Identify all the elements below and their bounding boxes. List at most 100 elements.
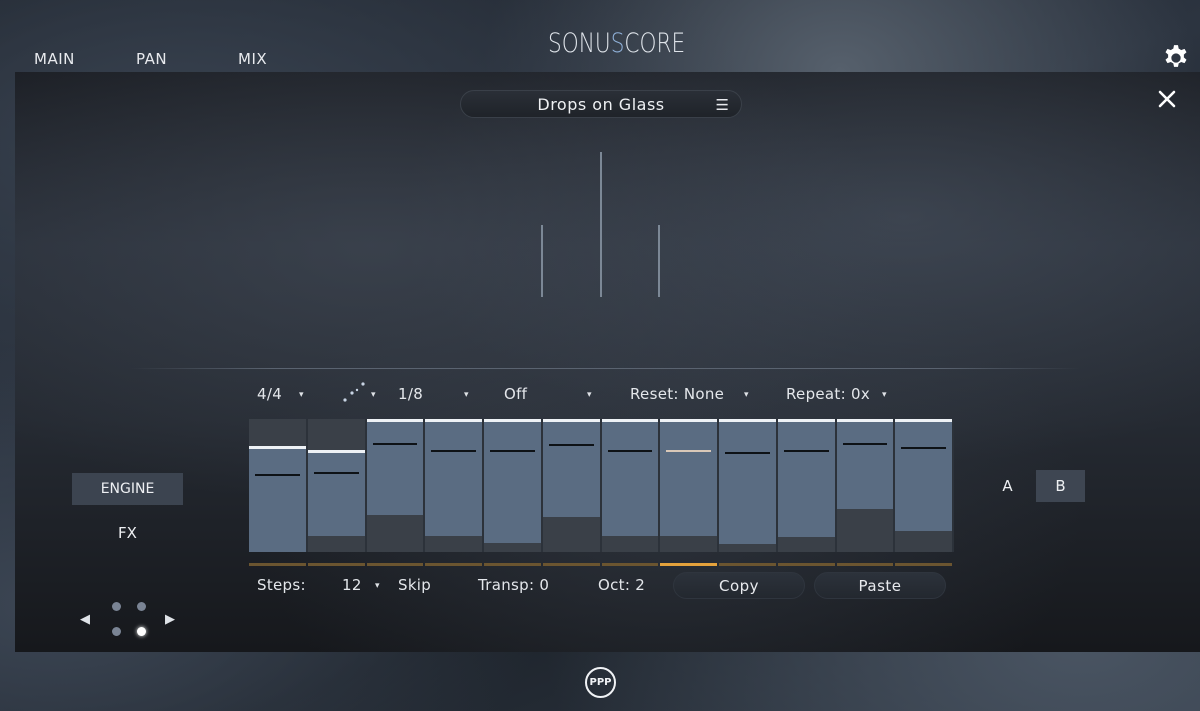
step-top-handle[interactable] — [249, 445, 306, 449]
page-dot-2[interactable] — [137, 602, 146, 611]
step-top-handle[interactable] — [542, 419, 600, 422]
step-top-handle[interactable] — [366, 419, 424, 422]
octave-control[interactable]: Oct: 2 — [598, 576, 645, 594]
sequencer-step[interactable] — [366, 419, 424, 552]
sequencer-step[interactable] — [484, 419, 541, 552]
chevron-down-icon: ▾ — [744, 390, 749, 400]
logo-suffix: CORE — [624, 28, 686, 59]
step-range-fill — [719, 419, 776, 545]
time-signature-dropdown[interactable]: 4/4 ▾ — [257, 385, 304, 403]
step-value-marker[interactable] — [431, 449, 476, 452]
step-value-marker[interactable] — [372, 442, 418, 445]
step-top-handle[interactable] — [660, 419, 717, 422]
step-value-marker[interactable] — [548, 444, 594, 447]
playhead-segment — [836, 563, 894, 566]
sequencer-step[interactable] — [895, 419, 952, 552]
step-range-fill — [307, 449, 365, 537]
step-value-marker[interactable] — [666, 449, 711, 452]
tab-mix[interactable]: MIX — [238, 50, 267, 68]
reset-dropdown[interactable]: Reset: None ▾ — [630, 385, 749, 403]
playhead-segment — [425, 563, 482, 566]
chevron-down-icon: ▾ — [464, 390, 469, 400]
sequencer-step[interactable] — [660, 419, 717, 552]
fx-button[interactable]: FX — [72, 518, 183, 548]
chevron-down-icon: ▾ — [587, 390, 592, 400]
transpose-control[interactable]: Transp: 0 — [478, 576, 549, 594]
step-value-marker[interactable] — [725, 452, 770, 455]
playhead-segment — [484, 563, 541, 566]
tab-pan[interactable]: PAN — [136, 50, 167, 68]
rate-dropdown[interactable]: 1/8 ▾ — [398, 385, 469, 403]
step-value-marker[interactable] — [490, 449, 535, 452]
step-sequencer-grid — [249, 419, 954, 552]
page-dot-1[interactable] — [112, 602, 121, 611]
sequencer-step[interactable] — [307, 419, 365, 552]
steps-label: Steps: — [257, 576, 306, 594]
step-value-marker[interactable] — [255, 473, 300, 476]
step-top-handle[interactable] — [895, 419, 952, 422]
gear-icon[interactable] — [1162, 44, 1190, 72]
sequencer-step[interactable] — [425, 419, 482, 552]
preset-selector[interactable]: Drops on Glass ☰ — [460, 90, 742, 118]
tab-main[interactable]: MAIN — [30, 50, 79, 74]
scatter-dots-icon — [343, 382, 365, 402]
visualizer-line — [541, 224, 543, 297]
sequencer-step[interactable] — [601, 419, 659, 552]
step-value-marker[interactable] — [783, 449, 829, 452]
section-divider — [130, 368, 1080, 369]
skip-button[interactable]: Skip — [398, 576, 431, 594]
sequencer-step[interactable] — [836, 419, 894, 552]
reset-value: Reset: None — [630, 385, 725, 403]
step-range-fill — [425, 419, 482, 537]
step-value-marker[interactable] — [313, 472, 359, 475]
logo-prefix: SONU — [548, 28, 611, 59]
ppp-badge-icon[interactable]: PPP — [585, 667, 616, 698]
step-range-fill — [249, 445, 306, 552]
repeat-dropdown[interactable]: Repeat: 0x ▾ — [786, 385, 887, 403]
preset-name: Drops on Glass — [537, 94, 665, 114]
step-range-fill — [660, 419, 717, 537]
playhead-segment — [660, 563, 717, 566]
paste-button[interactable]: Paste — [814, 572, 946, 599]
copy-button[interactable]: Copy — [673, 572, 805, 599]
step-top-handle[interactable] — [307, 449, 365, 453]
close-icon[interactable] — [1157, 89, 1177, 109]
next-page-arrow-icon[interactable]: ▶ — [165, 612, 175, 627]
previous-page-arrow-icon[interactable]: ◀ — [80, 612, 90, 627]
sequencer-step[interactable] — [249, 419, 306, 552]
step-top-handle[interactable] — [484, 419, 541, 422]
step-top-handle[interactable] — [425, 419, 482, 422]
sequencer-step[interactable] — [542, 419, 600, 552]
sequencer-step[interactable] — [719, 419, 776, 552]
playhead-segment — [601, 563, 659, 566]
pattern-b-button[interactable]: B — [1036, 470, 1085, 502]
time-signature-value: 4/4 — [257, 385, 283, 403]
sonuscore-logo: SONUSCORE — [548, 28, 685, 59]
hamburger-menu-icon[interactable]: ☰ — [716, 96, 729, 114]
page-dot-4[interactable] — [137, 627, 146, 636]
engine-button[interactable]: ENGINE — [72, 473, 183, 505]
step-top-handle[interactable] — [601, 419, 659, 422]
step-value-marker[interactable] — [607, 449, 653, 452]
chevron-down-icon: ▾ — [375, 581, 380, 591]
sequencer-step[interactable] — [777, 419, 835, 552]
playhead-row — [249, 563, 954, 566]
logo-s: S — [610, 28, 625, 59]
playhead-segment — [895, 563, 952, 566]
step-top-handle[interactable] — [719, 419, 776, 422]
step-value-marker[interactable] — [842, 442, 888, 445]
mode-dropdown[interactable]: Off ▾ — [504, 385, 592, 403]
step-top-handle[interactable] — [836, 419, 894, 422]
playhead-segment — [366, 563, 424, 566]
step-value-marker[interactable] — [901, 446, 946, 449]
step-range-fill — [777, 419, 835, 538]
page-dot-3[interactable] — [112, 627, 121, 636]
repeat-value: Repeat: 0x — [786, 385, 871, 403]
steps-value: 12 — [342, 576, 362, 594]
visualizer-line — [600, 152, 602, 297]
steps-dropdown[interactable]: 12 ▾ — [342, 576, 380, 594]
pattern-a-button[interactable]: A — [983, 470, 1032, 502]
step-top-handle[interactable] — [777, 419, 835, 422]
step-range-fill — [895, 419, 952, 531]
playhead-segment — [542, 563, 600, 566]
